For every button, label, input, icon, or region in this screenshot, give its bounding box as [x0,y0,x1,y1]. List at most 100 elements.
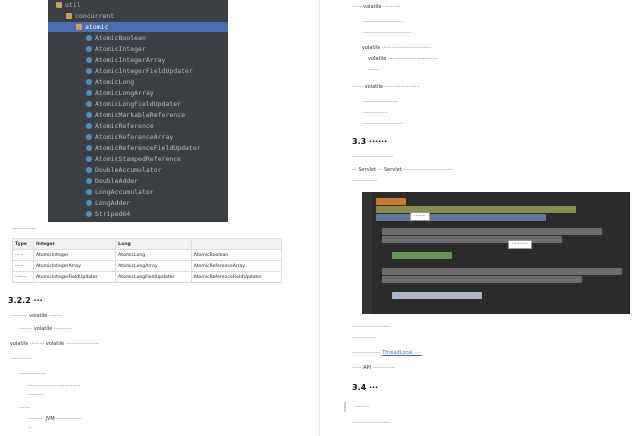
class-icon [86,123,92,129]
tree-item-label: DoubleAccumulator [95,166,162,174]
tree-item[interactable]: AtomicIntegerArray [48,55,228,65]
tree-item[interactable]: AtomicReference [48,121,228,131]
atomic-class-table: Type Integer Long ······ AtomicInteger A… [12,238,283,283]
table-header: Long [115,238,192,250]
class-icon [86,46,92,52]
sub-bullet-item: ·········· [28,392,44,398]
tree-item-label: AtomicBoolean [95,34,146,42]
paragraph: ··········· volatile ········ [10,313,62,319]
tree-item-label: LongAccumulator [95,188,154,196]
bullet-item: ········· volatile ··········· [18,326,72,332]
table-row: ······ AtomicInteger AtomicLong AtomicBo… [12,249,283,261]
bullet-item: ······················· [362,99,399,105]
tree-item[interactable]: AtomicBoolean [48,33,228,43]
tree-item[interactable]: AtomicStampedReference [48,154,228,164]
threadlocal-link[interactable]: ThreadLocal ····· [382,350,422,356]
tree-item[interactable]: AtomicLongArray [48,88,228,98]
tree-item[interactable]: AtomicLong [48,77,228,87]
tree-item-label: AtomicIntegerFieldUpdater [95,67,193,75]
class-icon [86,156,92,162]
code-screenshot: ········ ··········· [362,192,630,314]
class-icon [86,200,92,206]
tree-item-label: AtomicLongArray [95,89,154,97]
paragraph: ······ volatile ··········· [352,4,401,10]
sub-bullet-item: ·· [28,425,32,431]
tree-item-label: AtomicLong [95,78,135,86]
table-cell: AtomicLongFieldUpdater [115,271,192,283]
paragraph: volatile ········· volatile ············… [10,341,100,347]
tree-item-label: AtomicReferenceFieldUpdater [95,144,201,152]
bullet-item: ·························· [362,121,404,127]
tree-item-label: AtomicInteger [95,45,146,53]
tree-item-label: AtomicReference [95,122,154,130]
left-column: util concurrent atomic AtomicBoolean AtomicI… [0,0,318,436]
table-cell: ········ [12,271,34,283]
tree-item[interactable]: LongAccumulator [48,187,228,197]
class-icon [86,167,92,173]
table-row: ········ AtomicIntegerFieldUpdater Atomi… [12,271,283,283]
tree-item-label: util [65,1,81,9]
tree-item[interactable]: AtomicMarkableReference [48,110,228,120]
tree-item[interactable]: atomic [48,22,228,32]
paragraph-text: ·················· [352,350,381,356]
right-column: ······ volatile ··········· ············… [322,0,640,436]
tree-item-label: AtomicIntegerArray [95,56,166,64]
class-icon [86,112,92,118]
section-heading-3-2-2: 3.2.2 ··· [8,296,43,305]
class-icon [86,90,92,96]
class-icon [86,211,92,217]
table-cell: AtomicInteger [32,249,117,261]
quote-bar [344,402,346,412]
table-cell: AtomicLongArray [115,260,192,272]
tree-item-label: DoubleAdder [95,177,139,185]
intro-text: ··············· [12,226,36,232]
bullet-item: ········ [18,405,31,411]
annotation-callout: ··········· [508,240,533,249]
paragraph: ··············· [352,335,376,341]
class-icon [86,189,92,195]
tree-item[interactable]: AtomicInteger [48,44,228,54]
tree-item-label: AtomicStampedReference [95,155,182,163]
table-row: ······ AtomicIntegerArray AtomicLongArra… [12,260,283,272]
tree-item[interactable]: LongAdder [48,198,228,208]
tree-item[interactable]: DoubleAdder [48,176,228,186]
class-icon [86,68,92,74]
class-icon [86,145,92,151]
tree-item[interactable]: Striped64 [48,209,228,219]
paragraph: ·············· [10,356,33,362]
bullet-item: volatile ······························· [368,56,438,62]
tree-item[interactable]: DoubleAccumulator [48,165,228,175]
tree-item-label: LongAdder [95,199,131,207]
table-cell: AtomicIntegerFieldUpdater [32,271,117,283]
table-cell: AtomicBoolean [190,249,283,261]
project-tree: util concurrent atomic AtomicBoolean AtomicI… [48,0,228,222]
class-icon [86,178,92,184]
folder-icon [66,13,72,19]
tree-item[interactable]: AtomicLongFieldUpdater [48,99,228,109]
column-divider [319,0,320,436]
class-icon [86,79,92,85]
tree-item[interactable]: AtomicReferenceArray [48,132,228,142]
tree-item-label: Striped64 [95,210,131,218]
tree-item[interactable]: AtomicIntegerFieldUpdater [48,66,228,76]
table-cell: AtomicLong [115,249,192,261]
table-cell: ······ [12,249,34,261]
code-gutter [362,192,372,314]
tree-item[interactable]: AtomicReferenceFieldUpdater [48,143,228,153]
section-heading-3-3: 3.3 ······ [352,137,388,146]
tree-item[interactable]: concurrent [48,11,228,21]
bullet-item: ·························· [362,19,404,25]
bullet-item: ······························· [362,30,412,36]
paragraph: ················ [352,178,378,184]
folder-icon [76,24,82,30]
tree-item-label: concurrent [75,12,115,20]
bullet-item: volatile ······························· [362,45,432,51]
tree-item-label: AtomicLongFieldUpdater [95,100,182,108]
paragraph: ··· Servlet ··· Servlet ················… [352,167,453,173]
class-icon [86,134,92,140]
bullet-item: ·················· [18,371,47,377]
tree-item[interactable]: util [48,0,228,10]
bullet-item: ················ [362,110,388,116]
paragraph: ······ API ·············· [352,365,395,371]
table-header: Type [12,238,34,250]
